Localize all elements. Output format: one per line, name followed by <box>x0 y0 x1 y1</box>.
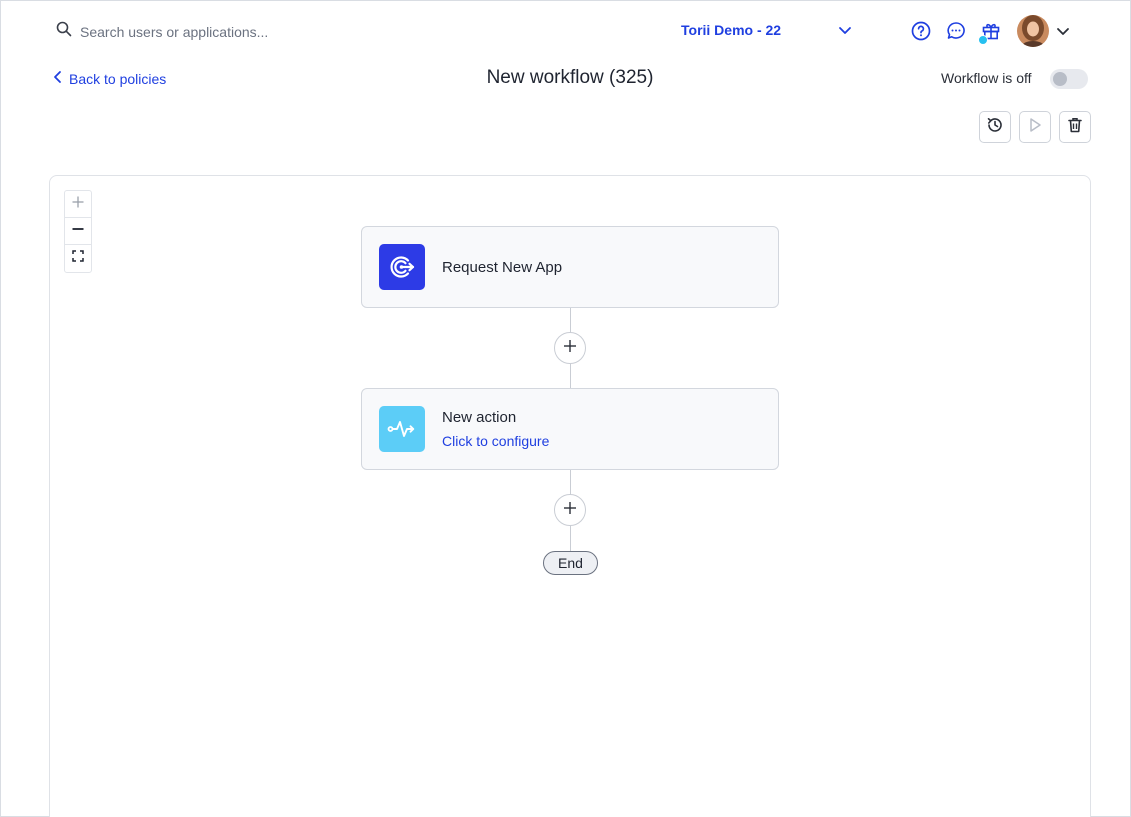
add-step-button[interactable] <box>554 332 586 364</box>
zoom-controls <box>64 190 92 273</box>
zoom-out-button[interactable] <box>65 218 91 245</box>
zoom-in-button[interactable] <box>65 191 91 218</box>
chat-icon[interactable] <box>945 20 967 42</box>
end-node: End <box>543 551 598 575</box>
connector-line <box>570 308 571 334</box>
history-icon <box>986 116 1004 139</box>
trash-icon <box>1066 116 1084 139</box>
workflow-status-label: Workflow is off <box>941 70 1032 86</box>
connector-line <box>570 364 571 388</box>
toggle-knob <box>1053 72 1067 86</box>
app-window: Torii Demo - 22 Back to policies New wor… <box>0 0 1131 817</box>
torii-logo-icon <box>379 244 425 290</box>
action-node-text: New action Click to configure <box>442 409 549 449</box>
configure-action-link[interactable]: Click to configure <box>442 433 549 449</box>
delete-workflow-button[interactable] <box>1059 111 1091 143</box>
search-input[interactable] <box>80 23 340 40</box>
fit-view-button[interactable] <box>65 245 91 272</box>
avatar[interactable] <box>1017 15 1049 47</box>
action-node[interactable]: New action Click to configure <box>361 388 779 470</box>
connector-line <box>570 526 571 551</box>
plus-icon <box>71 195 85 214</box>
minus-icon <box>71 222 85 241</box>
fit-screen-icon <box>71 249 85 268</box>
chevron-down-icon[interactable] <box>1055 23 1071 44</box>
add-step-button[interactable] <box>554 494 586 526</box>
notification-dot <box>978 35 988 45</box>
plus-icon <box>563 339 577 358</box>
chevron-down-icon[interactable] <box>837 22 853 43</box>
run-workflow-button[interactable] <box>1019 111 1051 143</box>
trigger-node-title: Request New App <box>442 258 563 276</box>
connector-line <box>570 470 571 496</box>
play-icon <box>1026 116 1044 139</box>
workflow-toggle[interactable] <box>1050 69 1088 89</box>
plus-icon <box>563 501 577 520</box>
help-circle-icon[interactable] <box>910 20 932 42</box>
action-node-title: New action <box>442 409 517 426</box>
trigger-node[interactable]: Request New App <box>361 226 779 308</box>
org-selector-label[interactable]: Torii Demo - 22 <box>681 22 781 38</box>
search-icon <box>56 21 72 42</box>
workflow-canvas[interactable]: Request New App New action Click to conf… <box>49 175 1091 817</box>
history-button[interactable] <box>979 111 1011 143</box>
activity-pulse-icon <box>379 406 425 452</box>
search-bar[interactable] <box>56 21 340 42</box>
